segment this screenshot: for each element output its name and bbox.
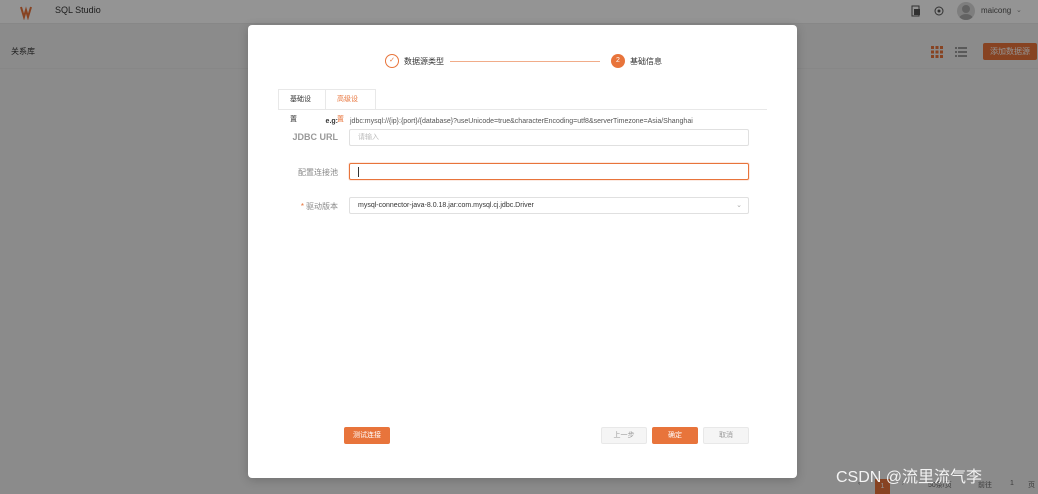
check-icon: ✓ (385, 54, 399, 68)
test-connection-button[interactable]: 测试连接 (344, 427, 390, 444)
tab-advanced-settings[interactable]: 高级设置 (326, 89, 376, 123)
prev-step-button[interactable]: 上一步 (601, 427, 647, 444)
jdbc-url-label: JDBC URL (292, 132, 338, 142)
datasource-modal: ✓ 数据源类型 2 基础信息 基础设置 高级设置 e.g: jdbc:mysql… (248, 25, 797, 478)
watermark: CSDN @流里流气李 (836, 469, 983, 486)
steps: ✓ 数据源类型 2 基础信息 (385, 53, 665, 69)
ok-button[interactable]: 确定 (652, 427, 698, 444)
driver-label-text: 驱动版本 (306, 202, 338, 211)
pool-label: 配置连接池 (298, 168, 338, 177)
step-label-type: 数据源类型 (404, 57, 444, 66)
eg-text: jdbc:mysql://{ip}:{port}/{database}?useU… (350, 118, 693, 125)
step-label-basic: 基础信息 (630, 57, 662, 66)
tab-basic-settings[interactable]: 基础设置 (278, 89, 326, 123)
driver-value: mysql-connector-java-8.0.18.jar:com.mysq… (358, 202, 534, 209)
text-caret (358, 167, 359, 177)
chevron-down-icon[interactable]: ⌄ (736, 198, 742, 213)
jdbc-url-input[interactable]: 请输入 (349, 129, 749, 146)
driver-label: * 驱动版本 (300, 202, 338, 211)
cancel-button[interactable]: 取消 (703, 427, 749, 444)
eg-label: e.g: (325, 118, 338, 125)
pool-input[interactable] (349, 163, 749, 180)
step-connector (450, 61, 600, 62)
step-number: 2 (611, 54, 625, 68)
driver-select[interactable]: mysql-connector-java-8.0.18.jar:com.mysq… (349, 197, 749, 214)
tab-divider (278, 109, 767, 110)
